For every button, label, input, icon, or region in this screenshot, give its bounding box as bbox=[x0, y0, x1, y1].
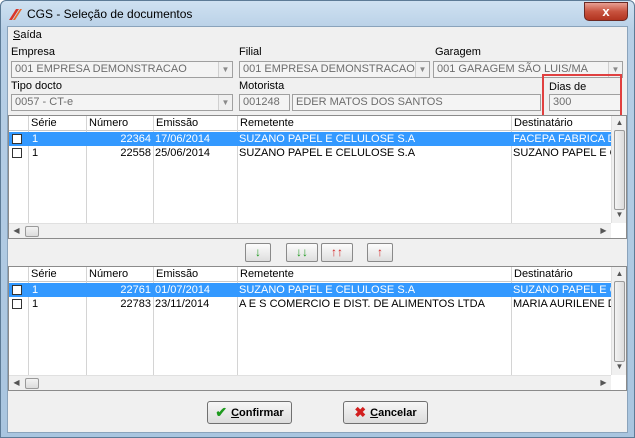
bottom-grid-vscrollbar[interactable]: ▲ ▼ bbox=[611, 267, 626, 375]
bottom-grid-hscrollbar[interactable]: ◀ ▶ bbox=[9, 375, 611, 390]
cell-remetente: A E S COMERCIO E DIST. DE ALIMENTOS LTDA bbox=[239, 298, 485, 310]
col-serie[interactable]: Série bbox=[31, 268, 57, 280]
cancel-button[interactable]: ✖ Cancelar bbox=[343, 401, 428, 424]
scroll-thumb[interactable] bbox=[614, 281, 625, 362]
x-icon: ✖ bbox=[354, 404, 367, 420]
motorista-name-field[interactable]: EDER MATOS DOS SANTOS bbox=[292, 94, 541, 111]
cell-numero: 22783 bbox=[120, 298, 151, 310]
move-down-one-button[interactable]: ↓ bbox=[245, 243, 271, 262]
arrow-up-icon: ↑ bbox=[377, 245, 383, 259]
cell-emissao: 17/06/2014 bbox=[155, 133, 211, 145]
col-destinatario[interactable]: Destinatário bbox=[514, 117, 573, 129]
col-remetente[interactable]: Remetente bbox=[240, 268, 294, 280]
table-row[interactable]: 1 22783 23/11/2014 A E S COMERCIO E DIST… bbox=[9, 297, 611, 311]
col-destinatario[interactable]: Destinatário bbox=[514, 268, 573, 280]
cell-emissao: 23/11/2014 bbox=[155, 298, 210, 310]
scroll-thumb[interactable] bbox=[25, 226, 39, 237]
checkmark-icon: ✔ bbox=[215, 404, 228, 420]
cell-emissao: 01/07/2014 bbox=[155, 284, 211, 296]
cell-destinatario: SUZANO PAPEL E CE bbox=[513, 147, 611, 159]
scroll-left-icon[interactable]: ◀ bbox=[9, 378, 24, 387]
chevron-down-icon[interactable]: ▼ bbox=[218, 62, 232, 77]
arrow-down-icon: ↓ bbox=[255, 245, 261, 259]
scroll-left-icon[interactable]: ◀ bbox=[9, 226, 24, 235]
cell-remetente: SUZANO PAPEL E CELULOSE S.A bbox=[239, 133, 416, 145]
col-numero[interactable]: Número bbox=[89, 117, 128, 129]
chevron-down-icon[interactable]: ▼ bbox=[415, 62, 429, 77]
cell-destinatario: SUZANO PAPEL E CE bbox=[513, 284, 611, 296]
filial-value: 001 EMPRESA DEMONSTRACAO -- S bbox=[243, 63, 430, 75]
cell-destinatario: MARIA AURILENE DA bbox=[513, 298, 611, 310]
scroll-down-icon[interactable]: ▼ bbox=[612, 210, 626, 219]
empresa-select[interactable]: 001 EMPRESA DEMONSTRACAO ▼ bbox=[11, 61, 233, 78]
cell-remetente: SUZANO PAPEL E CELULOSE S.A bbox=[239, 284, 416, 296]
cell-numero: 22558 bbox=[120, 147, 151, 159]
scroll-up-icon[interactable]: ▲ bbox=[612, 118, 626, 127]
table-row[interactable]: 1 22558 25/06/2014 SUZANO PAPEL E CELULO… bbox=[9, 146, 611, 160]
title-bar[interactable]: CGS - Seleção de documentos x bbox=[1, 1, 634, 27]
close-button[interactable]: x bbox=[584, 2, 628, 21]
bottom-documents-grid[interactable]: Série Número Emissão Remetente Destinatá… bbox=[8, 266, 627, 391]
motorista-code-field[interactable]: 001248 bbox=[239, 94, 290, 111]
col-serie[interactable]: Série bbox=[31, 117, 57, 129]
tipo-docto-value: 0057 - CT-e bbox=[15, 96, 74, 108]
table-row[interactable]: 1 22761 01/07/2014 SUZANO PAPEL E CELULO… bbox=[9, 283, 611, 297]
scroll-up-icon[interactable]: ▲ bbox=[612, 269, 626, 278]
top-grid-header: Série Número Emissão Remetente Destinatá… bbox=[9, 116, 626, 131]
cell-serie: 1 bbox=[32, 284, 39, 296]
menu-saida[interactable]: Saída bbox=[13, 29, 42, 41]
filial-label: Filial bbox=[239, 46, 262, 58]
cell-serie: 1 bbox=[32, 298, 39, 310]
motorista-label: Motorista bbox=[239, 80, 285, 92]
confirm-button[interactable]: ✔ Confirmar bbox=[207, 401, 292, 424]
top-grid-hscrollbar[interactable]: ◀ ▶ bbox=[9, 223, 611, 238]
chevron-down-icon[interactable]: ▼ bbox=[218, 95, 232, 110]
empresa-label: Empresa bbox=[11, 46, 56, 58]
cell-serie: 1 bbox=[32, 133, 39, 145]
move-up-all-button[interactable]: ↑↑ bbox=[321, 243, 353, 262]
scroll-down-icon[interactable]: ▼ bbox=[612, 362, 626, 371]
empresa-value: 001 EMPRESA DEMONSTRACAO bbox=[15, 63, 187, 75]
move-down-all-button[interactable]: ↓↓ bbox=[286, 243, 318, 262]
cell-numero: 22364 bbox=[120, 133, 151, 145]
window-title: CGS - Seleção de documentos bbox=[27, 7, 193, 21]
col-remetente[interactable]: Remetente bbox=[240, 117, 294, 129]
scroll-thumb[interactable] bbox=[25, 378, 39, 389]
tipo-docto-label: Tipo docto bbox=[11, 80, 62, 92]
scroll-right-icon[interactable]: ▶ bbox=[596, 226, 611, 235]
cell-destinatario: FACEPA FABRICA DE bbox=[513, 133, 611, 145]
tipo-docto-select[interactable]: 0057 - CT-e ▼ bbox=[11, 94, 233, 111]
cell-serie: 1 bbox=[32, 147, 39, 159]
cell-numero: 22761 bbox=[120, 284, 151, 296]
top-documents-grid[interactable]: Série Número Emissão Remetente Destinatá… bbox=[8, 115, 627, 239]
row-checkbox[interactable] bbox=[12, 299, 22, 309]
highlight-annotation bbox=[542, 74, 622, 117]
row-checkbox[interactable] bbox=[12, 148, 22, 158]
move-up-one-button[interactable]: ↑ bbox=[367, 243, 393, 262]
cell-emissao: 25/06/2014 bbox=[155, 147, 211, 159]
col-emissao[interactable]: Emissão bbox=[156, 117, 198, 129]
row-checkbox[interactable] bbox=[12, 134, 22, 144]
double-arrow-up-icon: ↑↑ bbox=[331, 245, 343, 259]
close-icon: x bbox=[602, 4, 610, 19]
top-grid-vscrollbar[interactable]: ▲ ▼ bbox=[611, 116, 626, 223]
menu-bar: Saída bbox=[8, 27, 627, 44]
dialog-window: CGS - Seleção de documentos x Saída Empr… bbox=[0, 0, 635, 438]
table-row[interactable]: 1 22364 17/06/2014 SUZANO PAPEL E CELULO… bbox=[9, 132, 611, 146]
double-arrow-down-icon: ↓↓ bbox=[296, 245, 308, 259]
col-numero[interactable]: Número bbox=[89, 268, 128, 280]
row-checkbox[interactable] bbox=[12, 285, 22, 295]
garagem-label: Garagem bbox=[435, 46, 481, 58]
client-area: Saída Empresa Filial Garagem 001 EMPRESA… bbox=[7, 26, 628, 433]
app-logo-icon bbox=[9, 9, 22, 20]
col-emissao[interactable]: Emissão bbox=[156, 268, 198, 280]
filial-select[interactable]: 001 EMPRESA DEMONSTRACAO -- S ▼ bbox=[239, 61, 430, 78]
scroll-thumb[interactable] bbox=[614, 130, 625, 210]
cell-remetente: SUZANO PAPEL E CELULOSE S.A bbox=[239, 147, 416, 159]
scroll-right-icon[interactable]: ▶ bbox=[596, 378, 611, 387]
bottom-grid-header: Série Número Emissão Remetente Destinatá… bbox=[9, 267, 626, 282]
